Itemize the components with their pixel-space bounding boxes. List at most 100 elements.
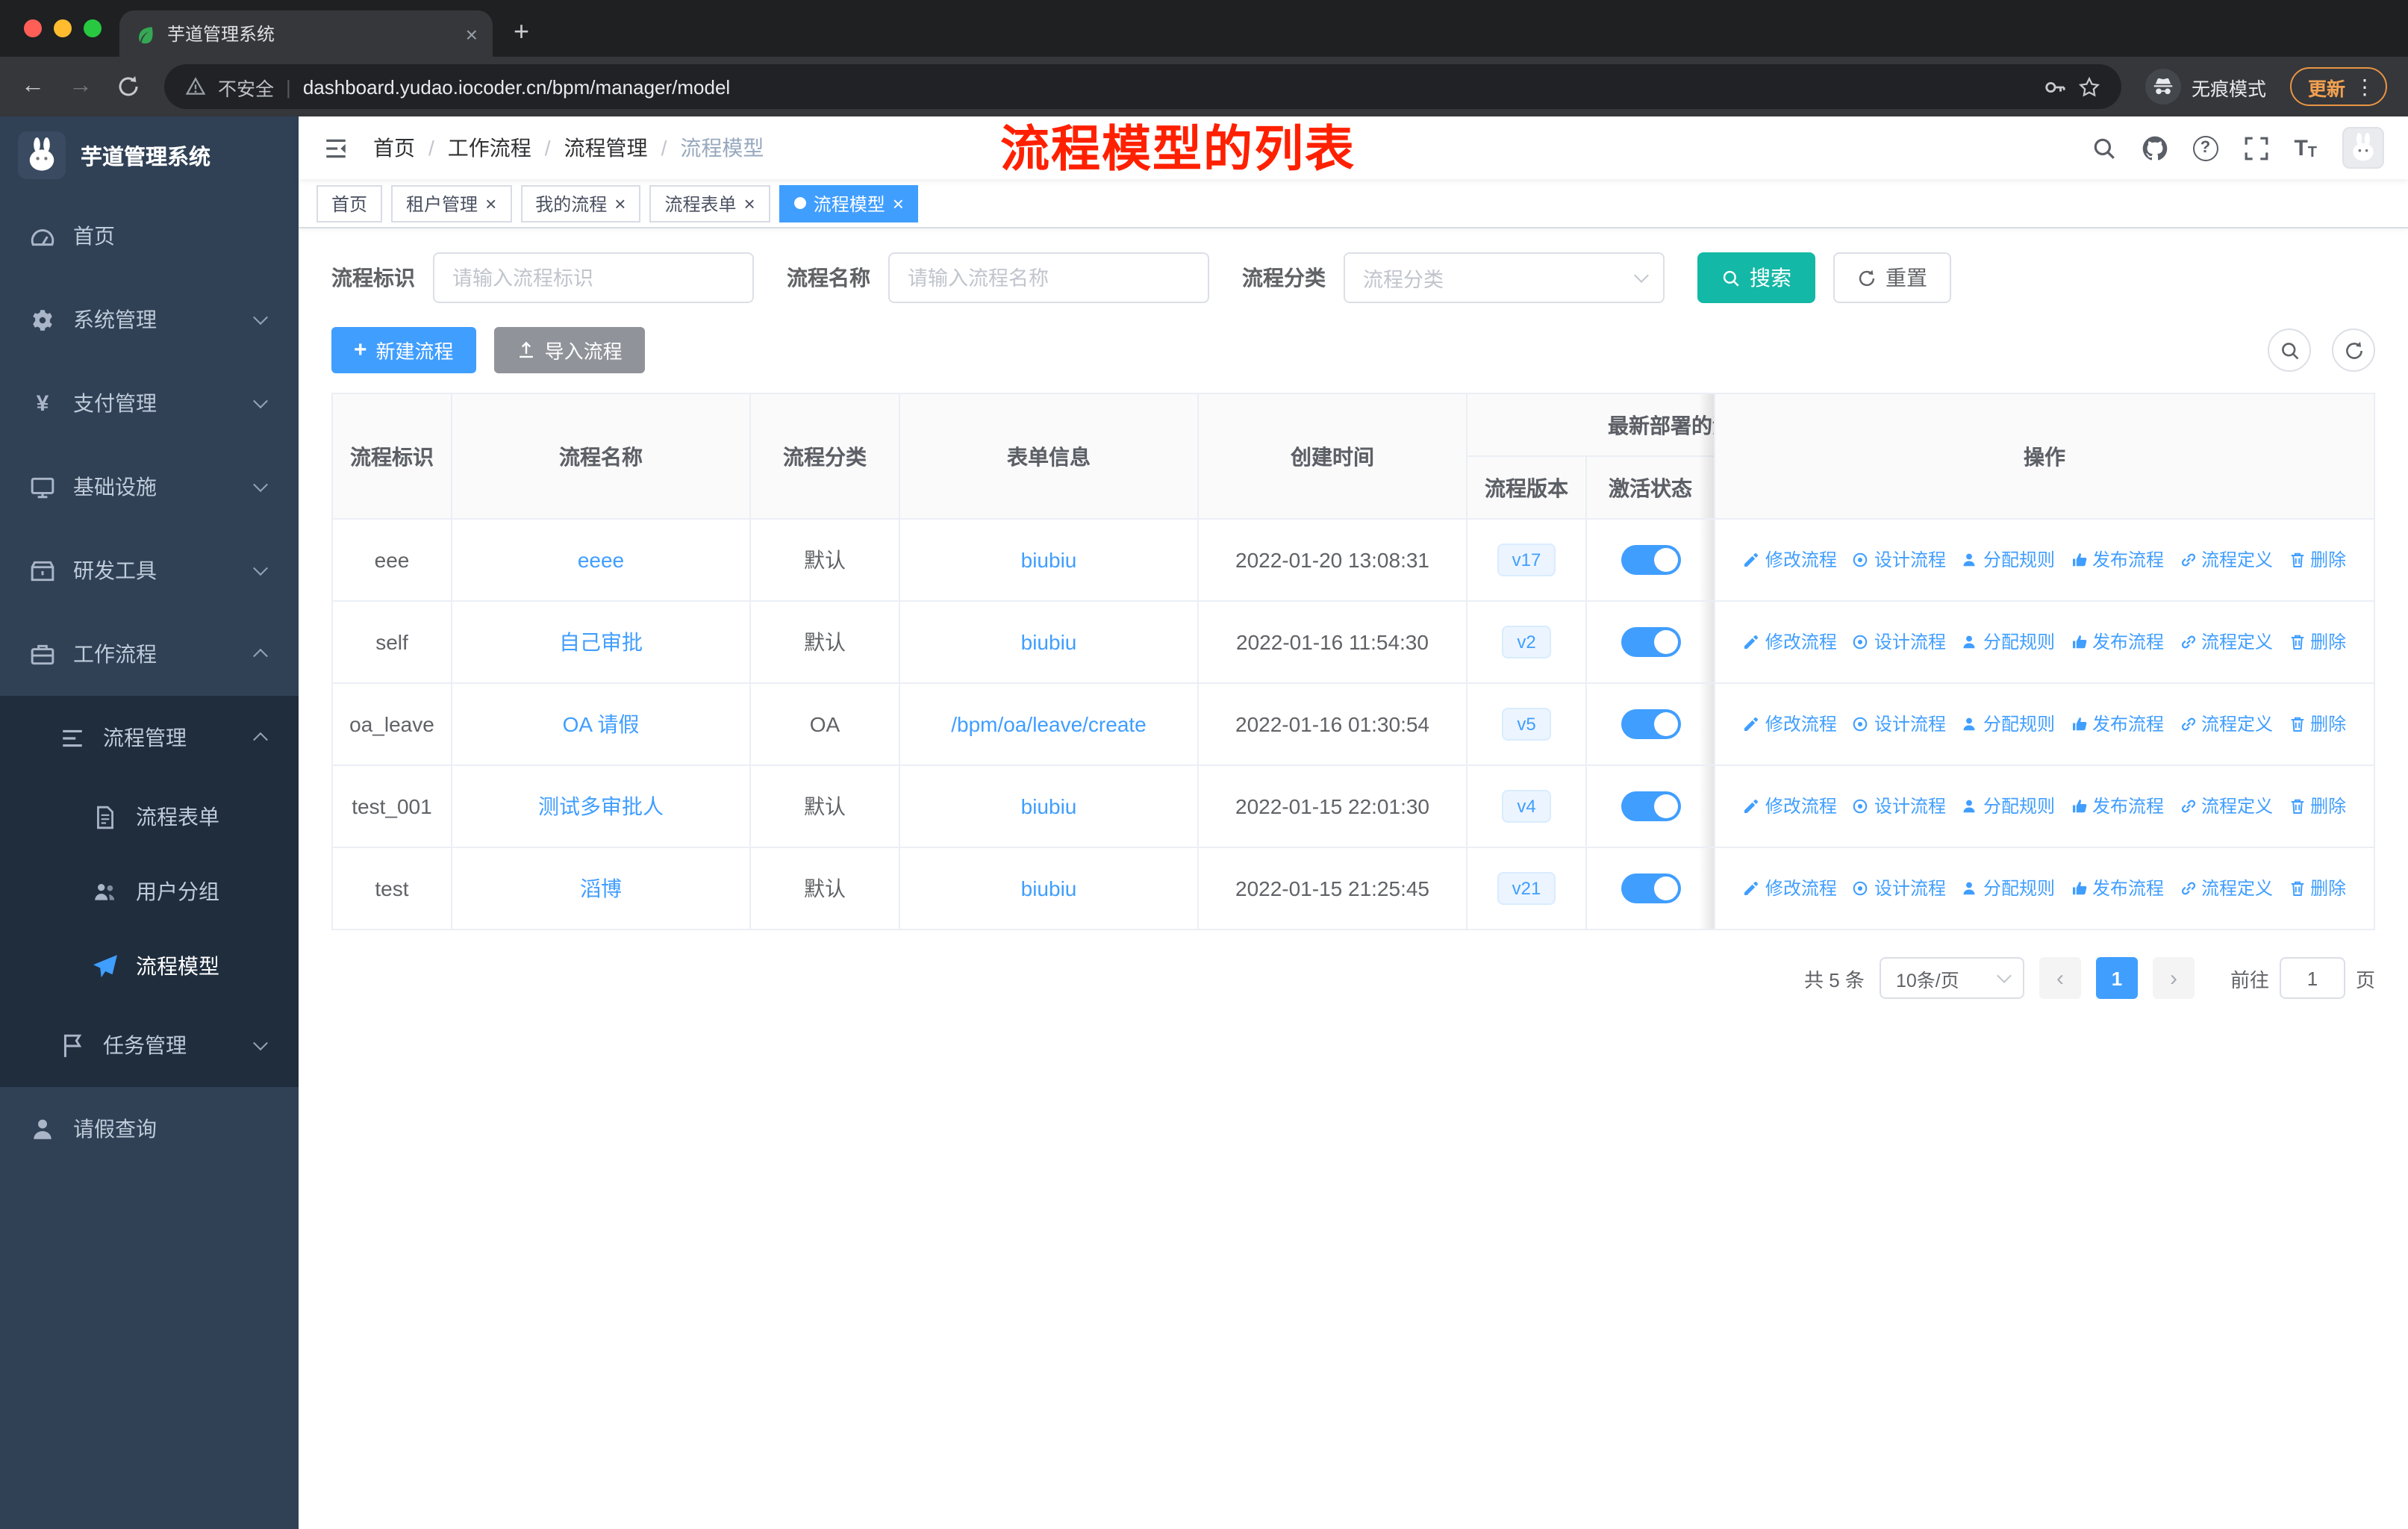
- active-toggle[interactable]: [1621, 791, 1680, 821]
- assign-rule-link[interactable]: 分配规则: [1961, 711, 2055, 737]
- publish-process-link[interactable]: 发布流程: [2070, 711, 2164, 737]
- sidebar-item-process-form[interactable]: 流程表单: [0, 779, 299, 854]
- window-zoom-button[interactable]: [84, 19, 102, 37]
- modify-process-link[interactable]: 修改流程: [1743, 629, 1837, 655]
- address-bar[interactable]: 不安全 | dashboard.yudao.iocoder.cn/bpm/man…: [164, 64, 2121, 109]
- sidebar-item-system-management[interactable]: 系统管理: [0, 278, 299, 361]
- publish-process-link[interactable]: 发布流程: [2070, 629, 2164, 655]
- publish-process-link[interactable]: 发布流程: [2070, 876, 2164, 901]
- close-icon[interactable]: ×: [893, 193, 904, 213]
- toggle-search-button[interactable]: [2268, 328, 2311, 372]
- github-icon[interactable]: [2142, 135, 2167, 161]
- process-name-link[interactable]: 测试多审批人: [538, 794, 664, 818]
- delete-link[interactable]: 删除: [2288, 876, 2346, 901]
- version-badge[interactable]: v5: [1502, 707, 1551, 741]
- breadcrumb-home[interactable]: 首页: [373, 133, 415, 163]
- search-icon[interactable]: [2091, 135, 2116, 161]
- assign-rule-link[interactable]: 分配规则: [1961, 629, 2055, 655]
- version-badge[interactable]: v2: [1502, 625, 1551, 659]
- tag-process-model[interactable]: 流程模型 ×: [779, 184, 919, 222]
- sidebar-item-dev-tools[interactable]: 研发工具: [0, 529, 299, 612]
- bookmark-star-icon[interactable]: [2078, 75, 2100, 98]
- design-process-link[interactable]: 设计流程: [1852, 876, 1946, 901]
- process-definition-link[interactable]: 流程定义: [2179, 794, 2273, 819]
- tag-process-form[interactable]: 流程表单 ×: [649, 184, 770, 222]
- search-button[interactable]: 搜索: [1697, 252, 1815, 303]
- font-size-icon[interactable]: TT: [2294, 135, 2317, 161]
- sidebar-item-leave-query[interactable]: 请假查询: [0, 1087, 299, 1171]
- version-badge[interactable]: v17: [1497, 543, 1556, 577]
- active-toggle[interactable]: [1621, 627, 1680, 657]
- sidebar-item-process-model[interactable]: 流程模型: [0, 929, 299, 1003]
- process-category-select[interactable]: 流程分类: [1344, 252, 1665, 303]
- tag-my-process[interactable]: 我的流程 ×: [520, 184, 641, 222]
- assign-rule-link[interactable]: 分配规则: [1961, 794, 2055, 819]
- url-text[interactable]: dashboard.yudao.iocoder.cn/bpm/manager/m…: [303, 75, 730, 98]
- browser-update-button[interactable]: 更新 ⋮: [2289, 67, 2387, 106]
- prev-page-button[interactable]: ‹: [2039, 957, 2081, 999]
- version-badge[interactable]: v4: [1502, 789, 1551, 823]
- window-close-button[interactable]: [24, 19, 42, 37]
- publish-process-link[interactable]: 发布流程: [2070, 794, 2164, 819]
- modify-process-link[interactable]: 修改流程: [1743, 876, 1837, 901]
- process-name-link[interactable]: eeee: [578, 548, 624, 572]
- refresh-table-button[interactable]: [2332, 328, 2375, 372]
- back-button[interactable]: ←: [21, 73, 45, 100]
- process-id-input[interactable]: [433, 252, 754, 303]
- design-process-link[interactable]: 设计流程: [1852, 794, 1946, 819]
- reset-button[interactable]: 重置: [1833, 252, 1951, 303]
- security-label[interactable]: 不安全: [218, 72, 274, 101]
- close-icon[interactable]: ×: [744, 193, 755, 213]
- browser-menu-icon[interactable]: ⋮: [2354, 74, 2375, 99]
- window-minimize-button[interactable]: [54, 19, 72, 37]
- process-name-link[interactable]: 自己审批: [559, 630, 643, 654]
- tag-home[interactable]: 首页: [316, 184, 383, 222]
- design-process-link[interactable]: 设计流程: [1852, 629, 1946, 655]
- form-info-link[interactable]: biubiu: [1021, 548, 1077, 572]
- form-info-link[interactable]: biubiu: [1021, 794, 1077, 818]
- delete-link[interactable]: 删除: [2288, 794, 2346, 819]
- reload-button[interactable]: [116, 75, 140, 99]
- close-icon[interactable]: ×: [485, 193, 496, 213]
- create-process-button[interactable]: + 新建流程: [331, 327, 476, 373]
- new-tab-button[interactable]: +: [493, 6, 550, 57]
- forward-button[interactable]: →: [69, 73, 93, 100]
- process-name-link[interactable]: 滔博: [580, 876, 622, 900]
- breadcrumb-workflow[interactable]: 工作流程: [448, 133, 531, 163]
- tag-tenant-management[interactable]: 租户管理 ×: [391, 184, 512, 222]
- page-size-select[interactable]: 10条/页: [1879, 957, 2024, 999]
- active-toggle[interactable]: [1621, 545, 1680, 575]
- form-info-link[interactable]: biubiu: [1021, 630, 1077, 654]
- current-page-button[interactable]: 1: [2095, 957, 2138, 999]
- close-icon[interactable]: ×: [614, 193, 626, 213]
- form-info-link[interactable]: biubiu: [1021, 876, 1077, 900]
- design-process-link[interactable]: 设计流程: [1852, 711, 1946, 737]
- delete-link[interactable]: 删除: [2288, 711, 2346, 737]
- sidebar-item-process-management[interactable]: 流程管理: [0, 696, 299, 779]
- process-definition-link[interactable]: 流程定义: [2179, 547, 2273, 573]
- modify-process-link[interactable]: 修改流程: [1743, 547, 1837, 573]
- sidebar-item-task-management[interactable]: 任务管理: [0, 1003, 299, 1087]
- fullscreen-icon[interactable]: [2243, 135, 2268, 161]
- sidebar-item-home[interactable]: 首页: [0, 194, 299, 278]
- tab-close-icon[interactable]: ×: [466, 22, 478, 46]
- process-name-link[interactable]: OA 请假: [563, 712, 640, 736]
- active-toggle[interactable]: [1621, 874, 1680, 903]
- browser-tab[interactable]: 芋道管理系统 ×: [119, 10, 493, 57]
- version-badge[interactable]: v21: [1497, 871, 1556, 906]
- goto-page-input[interactable]: [2279, 957, 2345, 999]
- publish-process-link[interactable]: 发布流程: [2070, 547, 2164, 573]
- breadcrumb-process-management[interactable]: 流程管理: [564, 133, 648, 163]
- sidebar-item-user-group[interactable]: 用户分组: [0, 854, 299, 929]
- next-page-button[interactable]: ›: [2152, 957, 2195, 999]
- delete-link[interactable]: 删除: [2288, 629, 2346, 655]
- assign-rule-link[interactable]: 分配规则: [1961, 876, 2055, 901]
- sidebar-item-workflow[interactable]: 工作流程: [0, 612, 299, 696]
- help-icon[interactable]: ?: [2192, 135, 2218, 161]
- form-info-link[interactable]: /bpm/oa/leave/create: [951, 712, 1147, 736]
- password-key-icon[interactable]: [2044, 75, 2066, 98]
- sidebar-item-payment-management[interactable]: ¥ 支付管理: [0, 361, 299, 445]
- process-definition-link[interactable]: 流程定义: [2179, 711, 2273, 737]
- design-process-link[interactable]: 设计流程: [1852, 547, 1946, 573]
- modify-process-link[interactable]: 修改流程: [1743, 711, 1837, 737]
